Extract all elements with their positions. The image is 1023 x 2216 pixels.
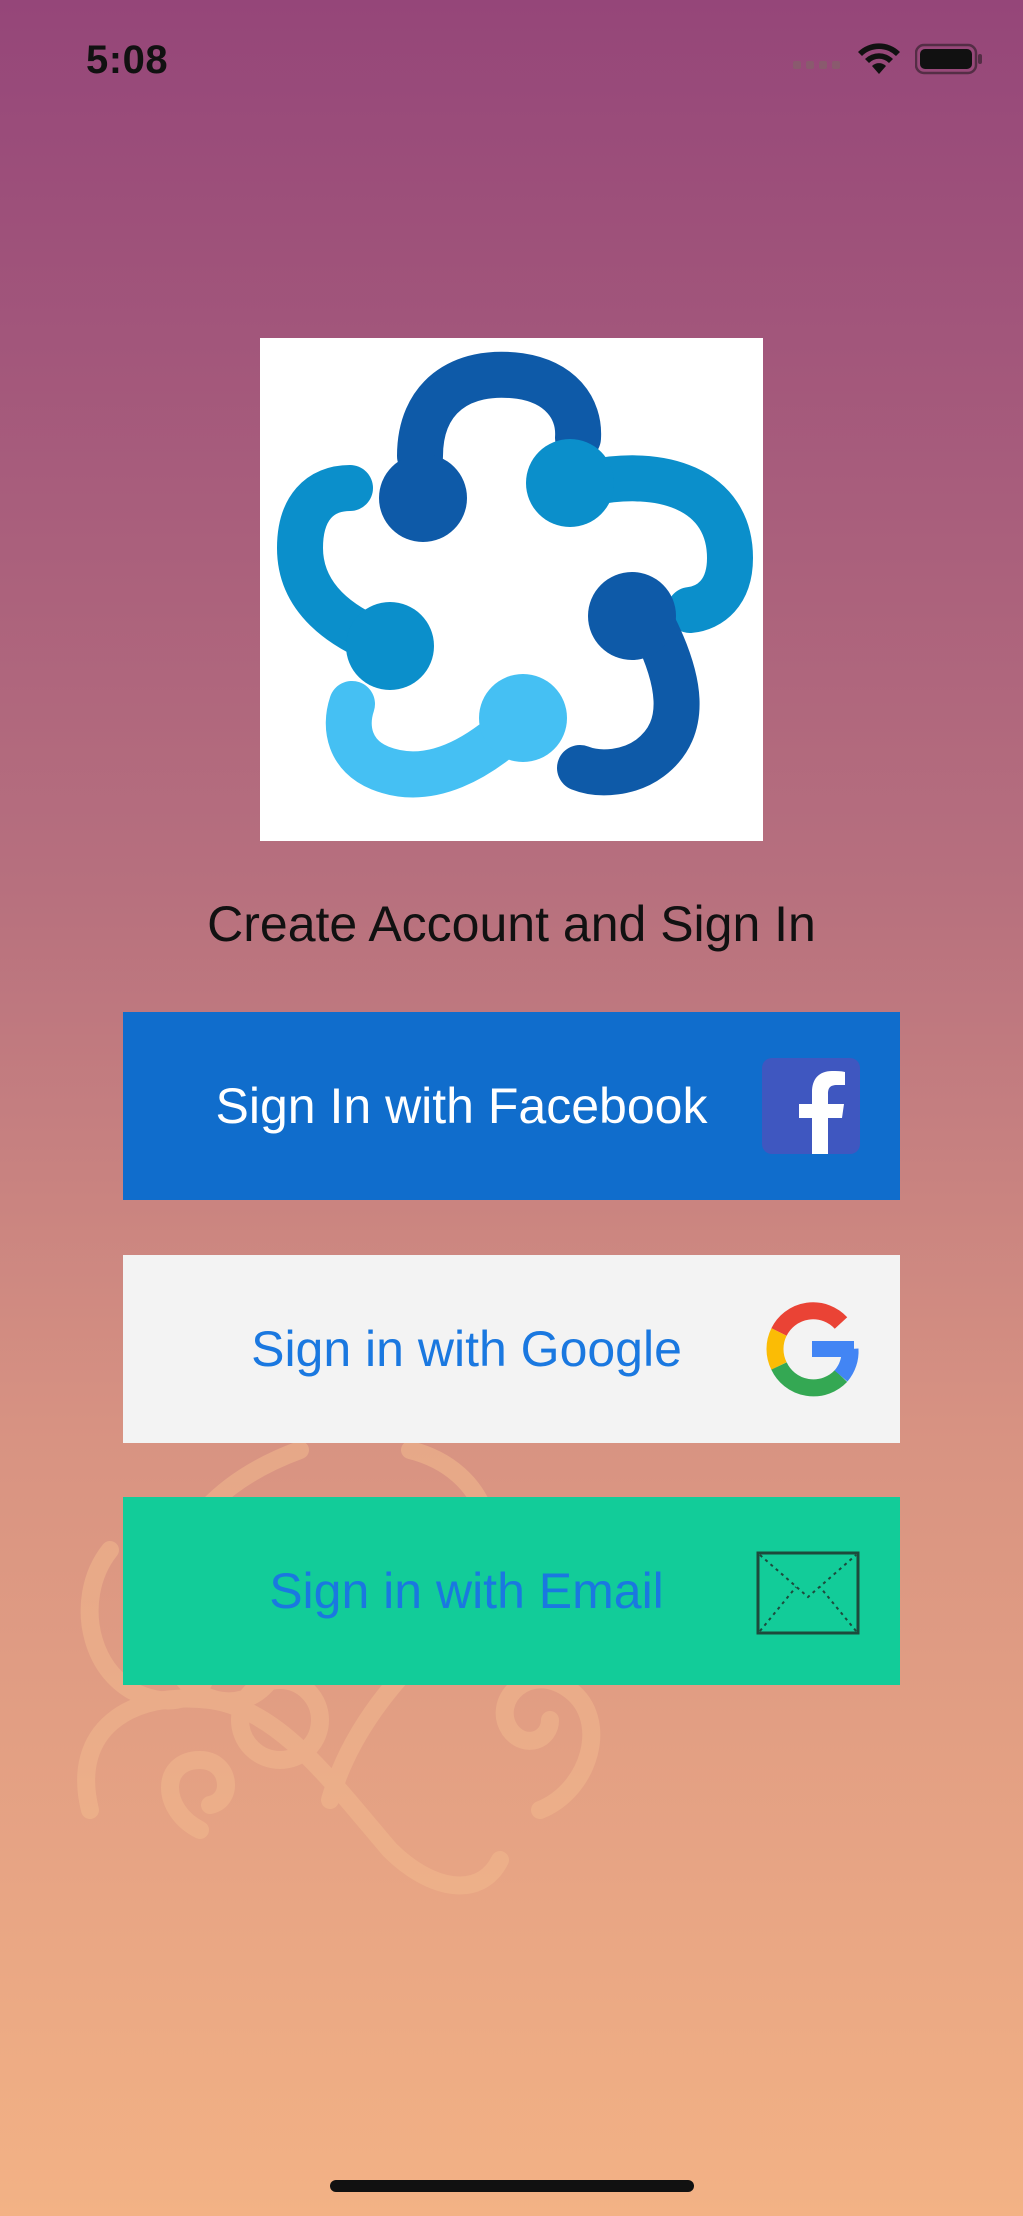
google-icon xyxy=(766,1302,859,1397)
wifi-icon xyxy=(858,43,900,74)
page-title: Create Account and Sign In xyxy=(207,896,816,952)
signal-icon xyxy=(793,61,840,69)
status-bar: 5:08 xyxy=(0,0,1023,130)
battery-icon xyxy=(915,43,982,75)
status-time: 5:08 xyxy=(86,38,169,82)
app-logo-icon xyxy=(276,351,754,798)
envelope-icon xyxy=(756,1551,860,1635)
home-indicator[interactable] xyxy=(330,2180,694,2192)
facebook-icon xyxy=(762,1058,860,1154)
sign-in-email-button[interactable]: Sign in with Email xyxy=(123,1497,900,1685)
sign-in-google-button[interactable]: Sign in with Google xyxy=(123,1255,900,1443)
status-icons xyxy=(793,42,983,76)
sign-in-facebook-button[interactable]: Sign In with Facebook xyxy=(123,1012,900,1200)
app-logo xyxy=(260,338,763,841)
